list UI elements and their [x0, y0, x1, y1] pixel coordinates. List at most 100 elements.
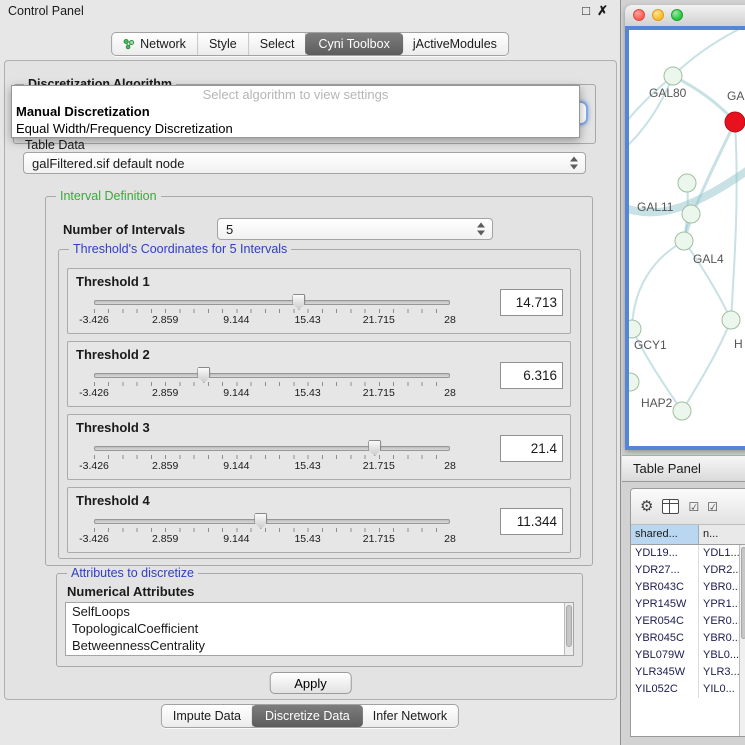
- list-item[interactable]: TopologicalCoefficient: [66, 620, 573, 637]
- table-row[interactable]: YIL052CYIL0...: [631, 681, 739, 698]
- threshold-value-field[interactable]: 21.4: [500, 435, 563, 462]
- attributes-group: Attributes to discretize Numerical Attri…: [56, 573, 583, 667]
- slider-thumb[interactable]: [368, 440, 381, 456]
- tab-network[interactable]: Network: [112, 33, 198, 55]
- gear-icon[interactable]: ⚙: [640, 499, 653, 514]
- network-node[interactable]: [722, 311, 740, 329]
- tab-cyni-toolbox[interactable]: Cyni Toolbox: [305, 33, 402, 55]
- table-data-label: Table Data: [25, 138, 85, 152]
- network-edge[interactable]: [731, 122, 737, 320]
- columns-icon[interactable]: [662, 499, 679, 514]
- network-node[interactable]: [678, 174, 696, 192]
- tab-impute-data[interactable]: Impute Data: [162, 705, 253, 727]
- table-row[interactable]: YPR145WYPR1...: [631, 596, 739, 613]
- slider-track[interactable]: [94, 519, 450, 524]
- threshold-panel: Threshold 2-3.4262.8599.14415.4321.71528…: [67, 341, 571, 407]
- minimize-traffic-light-icon[interactable]: [652, 9, 664, 21]
- slider-thumb[interactable]: [254, 513, 267, 529]
- stepper-icon: [476, 223, 486, 236]
- number-of-intervals-label: Number of Intervals: [63, 222, 185, 237]
- table-row[interactable]: YDR27...YDR2...: [631, 562, 739, 579]
- algorithm-option[interactable]: Equal Width/Frequency Discretization: [12, 120, 579, 137]
- tab-discretize-data[interactable]: Discretize Data: [252, 705, 363, 727]
- tab-jactivemodules[interactable]: jActiveModules: [402, 33, 508, 55]
- attributes-listbox: SelfLoopsTopologicalCoefficientBetweenne…: [65, 602, 574, 656]
- table-row[interactable]: YLR345WYLR3...: [631, 664, 739, 681]
- table-row[interactable]: YBL079WYBL0...: [631, 647, 739, 664]
- threshold-panel: Threshold 1-3.4262.8599.14415.4321.71528…: [67, 268, 571, 334]
- cell-shared-name: YBL079W: [631, 647, 699, 664]
- cell-name: YBR0...: [699, 630, 739, 647]
- scrollbar-thumb[interactable]: [566, 605, 572, 647]
- combobox-value: galFiltered.sif default node: [32, 153, 184, 175]
- control-panel-window: Control Panel □ ✗ NetworkStyleSelectCyni…: [0, 0, 621, 745]
- tab-style[interactable]: Style: [198, 33, 249, 55]
- algorithm-placeholder: Select algorithm to view settings: [12, 86, 579, 103]
- scale-tick-label: 21.715: [363, 533, 395, 545]
- table-panel-header: Table Panel: [622, 455, 745, 482]
- table-header-row: shared... n...: [631, 525, 745, 545]
- tab-infer-network[interactable]: Infer Network: [362, 705, 458, 727]
- scale-tick-label: 15.43: [294, 533, 320, 545]
- algorithm-option[interactable]: Manual Discretization: [12, 103, 579, 120]
- network-node[interactable]: [725, 112, 745, 132]
- close-traffic-light-icon[interactable]: [633, 9, 645, 21]
- tab-select[interactable]: Select: [249, 33, 307, 55]
- checkbox-icon[interactable]: ☑: [707, 501, 717, 513]
- slider-track[interactable]: [94, 300, 450, 305]
- checkbox-icon[interactable]: ☑: [688, 501, 698, 513]
- threshold-label: Threshold 4: [76, 493, 150, 508]
- network-node[interactable]: [664, 67, 682, 85]
- scale-tick-label: 28: [444, 533, 456, 545]
- close-window-icon[interactable]: ✗: [597, 3, 608, 19]
- combobox-value: 5: [226, 219, 233, 241]
- threshold-value-field[interactable]: 14.713: [500, 289, 563, 316]
- scale-tick-label: -3.426: [79, 314, 109, 326]
- attributes-list: SelfLoopsTopologicalCoefficientBetweenne…: [66, 603, 573, 654]
- scrollbar-thumb[interactable]: [741, 547, 745, 639]
- network-node[interactable]: [682, 205, 700, 223]
- thresholds-container: Threshold 1-3.4262.8599.14415.4321.71528…: [59, 250, 580, 558]
- network-node[interactable]: [673, 402, 691, 420]
- slider-thumb[interactable]: [292, 294, 305, 310]
- numerical-attributes-label: Numerical Attributes: [67, 584, 194, 599]
- table-data-combobox[interactable]: galFiltered.sif default node: [23, 152, 586, 174]
- float-window-icon[interactable]: □: [582, 3, 590, 18]
- apply-button[interactable]: Apply: [269, 672, 352, 694]
- network-edge[interactable]: [632, 241, 684, 329]
- table-row[interactable]: YER054CYER0...: [631, 613, 739, 630]
- table-row[interactable]: YBR043CYBR0...: [631, 579, 739, 596]
- number-of-intervals-combobox[interactable]: 5: [217, 218, 493, 240]
- slider-scale: -3.4262.8599.14415.4321.71528: [94, 314, 450, 326]
- interval-definition-title: Interval Definition: [56, 189, 161, 203]
- table-row[interactable]: YDL19...YDL1...: [631, 545, 739, 562]
- column-header-name[interactable]: n...: [699, 525, 745, 544]
- column-header-shared-name[interactable]: shared...: [631, 525, 699, 544]
- threshold-value-field[interactable]: 6.316: [500, 362, 563, 389]
- network-node[interactable]: [629, 320, 641, 338]
- slider-track[interactable]: [94, 446, 450, 451]
- table-scrollbar[interactable]: [739, 545, 745, 736]
- network-edge[interactable]: [673, 30, 745, 76]
- network-node[interactable]: [629, 373, 639, 391]
- threshold-slider[interactable]: -3.4262.8599.14415.4321.71528: [94, 366, 450, 404]
- threshold-slider[interactable]: -3.4262.8599.14415.4321.71528: [94, 293, 450, 331]
- zoom-traffic-light-icon[interactable]: [671, 9, 683, 21]
- list-item[interactable]: SelfLoops: [66, 603, 573, 620]
- slider-thumb[interactable]: [197, 367, 210, 383]
- node-label: H: [734, 337, 743, 351]
- threshold-slider[interactable]: -3.4262.8599.14415.4321.71528: [94, 439, 450, 477]
- threshold-value-field[interactable]: 11.344: [500, 508, 563, 535]
- network-edge[interactable]: [682, 320, 731, 411]
- network-node[interactable]: [675, 232, 693, 250]
- scale-tick-label: -3.426: [79, 387, 109, 399]
- node-label: GA: [727, 89, 744, 103]
- slider-track[interactable]: [94, 373, 450, 378]
- scale-tick-label: 28: [444, 387, 456, 399]
- list-scrollbar[interactable]: [564, 603, 573, 655]
- list-item[interactable]: BetweennessCentrality: [66, 637, 573, 654]
- threshold-slider[interactable]: -3.4262.8599.14415.4321.71528: [94, 512, 450, 550]
- network-canvas[interactable]: GAL80GAGAL11GAL4HGCY1HAP2: [629, 30, 745, 446]
- table-row[interactable]: YBR045CYBR0...: [631, 630, 739, 647]
- node-label: GAL11: [637, 200, 674, 214]
